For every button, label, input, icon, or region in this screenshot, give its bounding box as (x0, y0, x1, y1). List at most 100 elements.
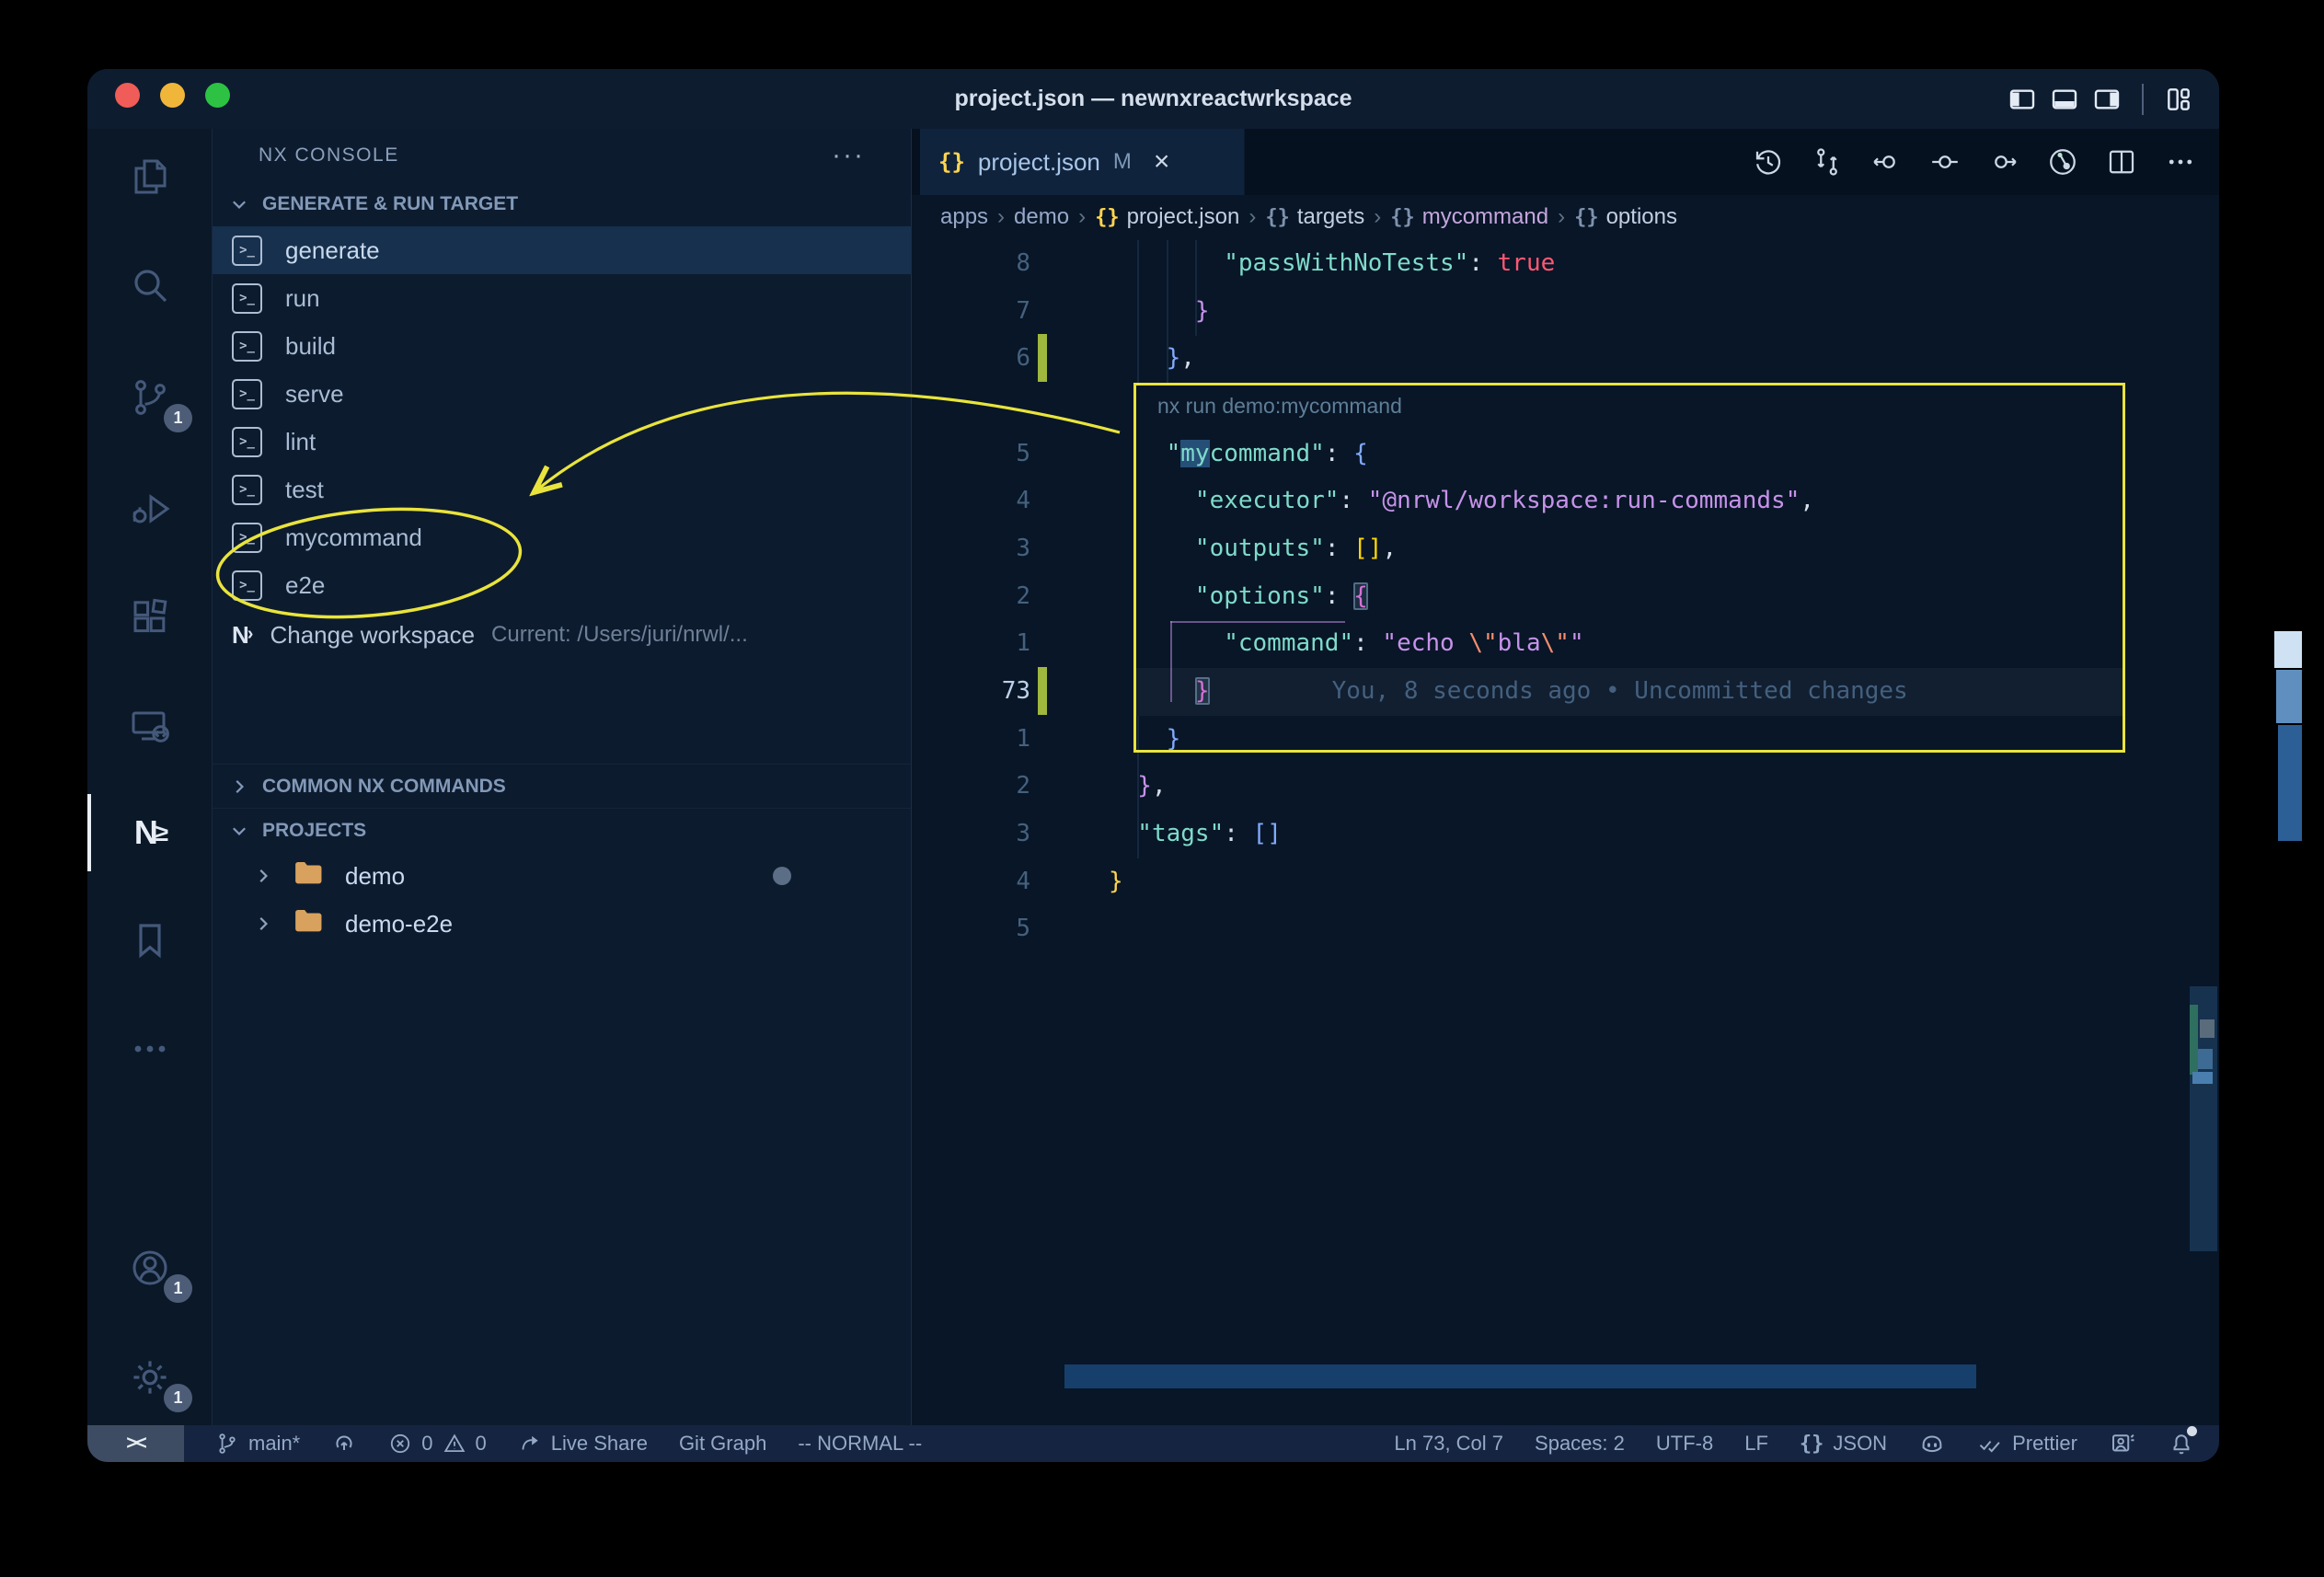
line-number[interactable]: 1 (912, 629, 1030, 657)
breadcrumb-project-json[interactable]: {} project.json (1095, 204, 1239, 230)
live-share-item[interactable]: Live Share (518, 1432, 648, 1456)
target-item[interactable]: >_ run (213, 274, 911, 322)
extensions-icon[interactable] (87, 572, 213, 664)
compare-changes-icon[interactable] (1811, 145, 1844, 178)
more-views-icon[interactable] (87, 1003, 213, 1095)
run-target-icon[interactable] (2046, 145, 2079, 178)
line-number[interactable]: 6 (912, 344, 1030, 372)
run-debug-icon[interactable] (87, 463, 213, 555)
feedback-icon[interactable] (2109, 1430, 2136, 1457)
settings-gear-icon[interactable]: 1 (87, 1331, 213, 1423)
code-line[interactable]: 5 (912, 905, 2219, 953)
target-item[interactable]: >_ test (213, 466, 911, 513)
remote-explorer-icon[interactable] (87, 681, 213, 773)
cursor-position-item[interactable]: Ln 73, Col 7 (1394, 1432, 1503, 1456)
section-generate-run-target[interactable]: GENERATE & RUN TARGET (213, 182, 911, 226)
code-line[interactable]: 2 }, (912, 763, 2219, 811)
change-workspace-item[interactable]: N› Change workspace Current: /Users/juri… (213, 609, 911, 661)
encoding-item[interactable]: UTF-8 (1656, 1432, 1713, 1456)
remote-indicator[interactable]: >< (87, 1425, 184, 1462)
line-number[interactable]: 5 (912, 440, 1030, 467)
next-change-icon[interactable] (1987, 145, 2020, 178)
sync-icon[interactable] (331, 1431, 357, 1456)
line-number[interactable]: 2 (912, 772, 1030, 800)
code-editor[interactable]: 8 "passWithNoTests": true7 }6 }, nx run d… (912, 239, 2219, 1425)
target-item[interactable]: >_ lint (213, 418, 911, 466)
timeline-history-icon[interactable] (1752, 145, 1785, 178)
change-workspace-current: Current: /Users/juri/nrwl/... (491, 622, 748, 648)
problems-item[interactable]: 0 0 (388, 1432, 487, 1456)
toggle-secondary-sidebar-icon[interactable] (2092, 85, 2122, 114)
split-editor-icon[interactable] (2105, 145, 2138, 178)
current-change-icon[interactable] (1928, 145, 1962, 178)
search-icon[interactable] (87, 239, 213, 331)
line-number[interactable]: 3 (912, 820, 1030, 847)
code-line[interactable]: 8 "passWithNoTests": true (912, 239, 2219, 287)
indentation-item[interactable]: Spaces: 2 (1535, 1432, 1625, 1456)
target-item[interactable]: >_ build (213, 322, 911, 370)
nx-console-icon[interactable]: N≥ (87, 787, 213, 879)
section-projects[interactable]: PROJECTS (213, 808, 911, 852)
toggle-panel-icon[interactable] (2050, 85, 2079, 114)
tab-project-json[interactable]: {} project.json M × (920, 129, 1245, 195)
notifications-bell-icon[interactable] (2168, 1430, 2195, 1457)
line-number[interactable]: 1 (912, 725, 1030, 753)
line-number[interactable]: 3 (912, 535, 1030, 562)
code-line[interactable]: 1 } (912, 715, 2219, 763)
git-graph-item[interactable]: Git Graph (679, 1432, 766, 1456)
copilot-icon[interactable] (1918, 1430, 1946, 1457)
code-line[interactable]: 5 "mycommand": { (912, 430, 2219, 478)
target-item[interactable]: >_ serve (213, 370, 911, 418)
project-item[interactable]: demo-e2e (213, 900, 911, 948)
code-line[interactable]: 3 "outputs": [], (912, 524, 2219, 572)
accounts-icon[interactable]: 1 (87, 1222, 213, 1314)
code-line[interactable]: 6 }, (912, 334, 2219, 382)
explorer-icon[interactable] (87, 131, 213, 223)
line-number[interactable]: 2 (912, 582, 1030, 610)
breadcrumb-options[interactable]: {} options (1574, 204, 1677, 230)
language-mode-item[interactable]: {} JSON (1800, 1432, 1887, 1456)
line-number[interactable]: 4 (912, 868, 1030, 895)
editor-more-actions-icon[interactable] (2164, 145, 2197, 178)
code-line[interactable]: 1 "command": "echo \"bla\"" (912, 620, 2219, 668)
sidebar-more-actions-icon[interactable]: ··· (832, 140, 865, 171)
code-line[interactable]: nx run demo:mycommand (912, 382, 2219, 430)
code-line[interactable]: 4 "executor": "@nrwl/workspace:run-comma… (912, 477, 2219, 524)
source-control-icon[interactable]: 1 (87, 351, 213, 443)
code-lens-run-command[interactable]: nx run demo:mycommand (1109, 394, 1402, 419)
line-number[interactable]: 73 (912, 677, 1030, 705)
code-line[interactable]: 3 "tags": [] (912, 810, 2219, 858)
tab-close-icon[interactable]: × (1154, 146, 1170, 178)
line-number[interactable]: 7 (912, 297, 1030, 325)
gutter-spacer (1038, 239, 1047, 287)
line-number[interactable]: 8 (912, 249, 1030, 277)
language-label: JSON (1833, 1432, 1887, 1456)
code-line[interactable]: 4} (912, 858, 2219, 905)
target-item[interactable]: >_ generate (213, 226, 911, 274)
breadcrumb-targets[interactable]: {} targets (1265, 204, 1364, 230)
vim-mode-indicator[interactable]: -- NORMAL -- (798, 1432, 922, 1456)
code-line[interactable]: 2 "options": { (912, 572, 2219, 620)
prettier-item[interactable]: Prettier (1977, 1431, 2077, 1456)
project-label: demo (345, 862, 405, 891)
target-item[interactable]: >_ e2e (213, 561, 911, 609)
project-item[interactable]: demo (213, 852, 911, 900)
line-number[interactable]: 5 (912, 915, 1030, 942)
customize-layout-icon[interactable] (2164, 85, 2193, 114)
git-branch-item[interactable]: main* (215, 1432, 300, 1456)
breadcrumb-apps[interactable]: apps (940, 204, 988, 230)
breadcrumb-demo[interactable]: demo (1014, 204, 1069, 230)
horizontal-scrollbar[interactable] (1064, 1364, 1976, 1388)
target-item[interactable]: >_ mycommand (213, 513, 911, 561)
line-number[interactable]: 4 (912, 487, 1030, 514)
previous-change-icon[interactable] (1870, 145, 1903, 178)
double-check-icon (1977, 1431, 2003, 1456)
code-line[interactable]: 7 } (912, 287, 2219, 335)
breadcrumb-mycommand[interactable]: {} mycommand (1390, 204, 1548, 230)
code-line[interactable]: 73 }You, 8 seconds ago • Uncommitted cha… (912, 667, 2219, 715)
bookmarks-icon[interactable] (87, 894, 213, 986)
section-common-nx-commands[interactable]: COMMON NX COMMANDS (213, 764, 911, 808)
notification-dot (2187, 1426, 2197, 1436)
eol-item[interactable]: LF (1744, 1432, 1768, 1456)
toggle-sidebar-icon[interactable] (2008, 85, 2037, 114)
